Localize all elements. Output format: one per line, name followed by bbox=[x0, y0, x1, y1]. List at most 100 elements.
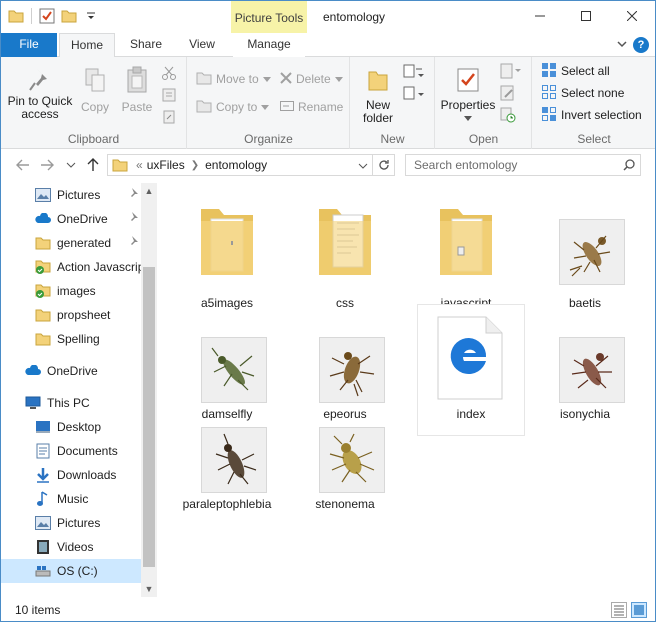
copy-label: Copy bbox=[80, 100, 109, 114]
copy-to-button[interactable]: Copy to bbox=[196, 97, 270, 117]
copy-to-label: Copy to bbox=[216, 100, 258, 114]
nav-item-images[interactable]: images bbox=[1, 279, 141, 303]
qat-dropdown-icon[interactable] bbox=[82, 7, 100, 25]
refresh-icon[interactable] bbox=[372, 155, 394, 175]
nav-item-pictures-quick[interactable]: Pictures bbox=[1, 183, 141, 207]
edit-icon[interactable] bbox=[500, 85, 516, 104]
select-none-button[interactable]: Select none bbox=[541, 83, 624, 103]
nav-item-label: Videos bbox=[57, 540, 94, 554]
html-item-index[interactable]: index bbox=[418, 305, 524, 435]
nav-item-onedrive-quick[interactable]: OneDrive bbox=[1, 207, 141, 231]
properties-check-icon[interactable] bbox=[38, 7, 56, 25]
folder-icon bbox=[35, 235, 51, 251]
file-name: paraleptophlebia bbox=[182, 497, 272, 511]
folder-icon bbox=[197, 201, 257, 284]
nav-item-label: Pictures bbox=[57, 188, 101, 202]
documents-icon bbox=[35, 443, 51, 459]
folder-icon bbox=[112, 158, 128, 172]
image-item-baetis[interactable]: baetis bbox=[533, 191, 637, 319]
nav-item-pictures[interactable]: Pictures bbox=[1, 511, 141, 535]
chevron-down-icon[interactable] bbox=[358, 159, 368, 173]
scroll-down-icon[interactable]: ▼ bbox=[141, 581, 157, 597]
ribbon-tabs: File Home Share View Manage ? bbox=[1, 33, 655, 58]
folder-check-icon bbox=[35, 283, 51, 299]
search-input[interactable]: Search entomology bbox=[405, 154, 641, 176]
folder-icon bbox=[436, 201, 496, 284]
close-button[interactable] bbox=[609, 1, 655, 31]
up-arrow-icon[interactable] bbox=[85, 157, 101, 173]
search-icon[interactable] bbox=[623, 159, 635, 174]
scrollbar-thumb[interactable] bbox=[143, 267, 155, 567]
back-arrow-icon[interactable] bbox=[15, 157, 31, 173]
tab-view[interactable]: View bbox=[177, 33, 227, 57]
new-folder-button[interactable]: New folder bbox=[357, 65, 399, 125]
large-icons-view-icon[interactable] bbox=[631, 602, 647, 618]
breadcrumb-entomology[interactable]: entomology bbox=[205, 158, 267, 172]
recent-locations-chevron-icon[interactable] bbox=[63, 157, 79, 173]
invert-selection-button[interactable]: Invert selection bbox=[541, 105, 642, 125]
paste-shortcut-icon[interactable] bbox=[161, 109, 177, 128]
nav-item-action-javascript[interactable]: Action Javascript bbox=[1, 255, 141, 279]
nav-item-label: OneDrive bbox=[47, 364, 98, 378]
nav-item-label: Action Javascript bbox=[57, 260, 141, 274]
breadcrumb-chevron-icon[interactable]: ❯ bbox=[191, 160, 199, 171]
rename-button[interactable]: Rename bbox=[280, 97, 343, 117]
nav-item-label: propsheet bbox=[57, 308, 111, 322]
image-item-paraleptophlebia[interactable]: paraleptophlebia bbox=[175, 411, 279, 539]
new-group-label: New bbox=[380, 132, 405, 146]
nav-item-propsheet[interactable]: propsheet bbox=[1, 303, 141, 327]
paste-button[interactable]: Paste bbox=[117, 65, 157, 114]
folder-item-javascript[interactable]: javascript bbox=[414, 191, 518, 319]
nav-item-downloads[interactable]: Downloads bbox=[1, 463, 141, 487]
minimize-button[interactable] bbox=[517, 1, 563, 31]
select-group: Select all Select none Invert selection … bbox=[533, 57, 655, 149]
image-item-isonychia[interactable]: isonychia bbox=[533, 315, 637, 443]
folder-item-a5images[interactable]: a5images bbox=[175, 191, 279, 319]
open-icon[interactable] bbox=[500, 63, 522, 82]
new-item-icon[interactable] bbox=[403, 63, 425, 82]
nav-item-this-pc[interactable]: This PC bbox=[1, 391, 141, 415]
nav-item-desktop[interactable]: Desktop bbox=[1, 415, 141, 439]
new-folder-icon[interactable] bbox=[60, 7, 78, 25]
file-name: index bbox=[456, 407, 486, 421]
scroll-up-icon[interactable]: ▲ bbox=[141, 183, 157, 199]
help-icon[interactable]: ? bbox=[633, 37, 649, 53]
tab-manage[interactable]: Manage bbox=[233, 33, 305, 57]
properties-button[interactable]: Properties bbox=[440, 65, 496, 125]
breadcrumb-uxfiles[interactable]: uxFiles bbox=[147, 158, 185, 172]
nav-item-onedrive[interactable]: OneDrive bbox=[1, 359, 141, 383]
chevron-down-icon[interactable] bbox=[615, 37, 629, 51]
nav-item-os-c[interactable]: OS (C:) bbox=[1, 559, 141, 583]
tab-home[interactable]: Home bbox=[59, 33, 115, 58]
nav-item-music[interactable]: Music bbox=[1, 487, 141, 511]
delete-button[interactable]: Delete bbox=[280, 69, 343, 89]
nav-item-generated[interactable]: generated bbox=[1, 231, 141, 255]
maximize-button[interactable] bbox=[563, 1, 609, 31]
breadcrumb-overflow[interactable]: « bbox=[136, 158, 143, 172]
paste-icon bbox=[117, 65, 157, 95]
select-all-button[interactable]: Select all bbox=[541, 61, 610, 81]
forward-arrow-icon[interactable] bbox=[39, 157, 55, 173]
cut-icon[interactable] bbox=[161, 65, 177, 84]
drive-icon bbox=[35, 563, 51, 579]
image-item-stenonema[interactable]: stenonema bbox=[293, 411, 397, 539]
pin-quick-access-button[interactable]: Pin to Quick access bbox=[5, 65, 75, 121]
nav-item-documents[interactable]: Documents bbox=[1, 439, 141, 463]
copy-path-icon[interactable] bbox=[161, 87, 177, 106]
move-to-button[interactable]: Move to bbox=[196, 69, 271, 89]
address-bar[interactable]: « uxFiles ❯ entomology bbox=[107, 154, 395, 176]
open-group: Properties Open bbox=[436, 57, 532, 149]
folder-icon[interactable] bbox=[7, 7, 25, 25]
nav-pane-scrollbar[interactable]: ▲ ▼ bbox=[141, 183, 157, 597]
nav-item-videos[interactable]: Videos bbox=[1, 535, 141, 559]
history-icon[interactable] bbox=[500, 107, 516, 126]
folder-item-css[interactable]: css bbox=[293, 191, 397, 319]
easy-access-icon[interactable] bbox=[403, 85, 425, 104]
details-view-icon[interactable] bbox=[611, 602, 627, 618]
nav-item-spelling[interactable]: Spelling bbox=[1, 327, 141, 351]
tab-file[interactable]: File bbox=[1, 33, 57, 57]
pictures-icon bbox=[35, 187, 51, 203]
tab-share[interactable]: Share bbox=[121, 33, 171, 57]
copy-button[interactable]: Copy bbox=[77, 65, 113, 114]
invert-selection-label: Invert selection bbox=[561, 108, 642, 122]
